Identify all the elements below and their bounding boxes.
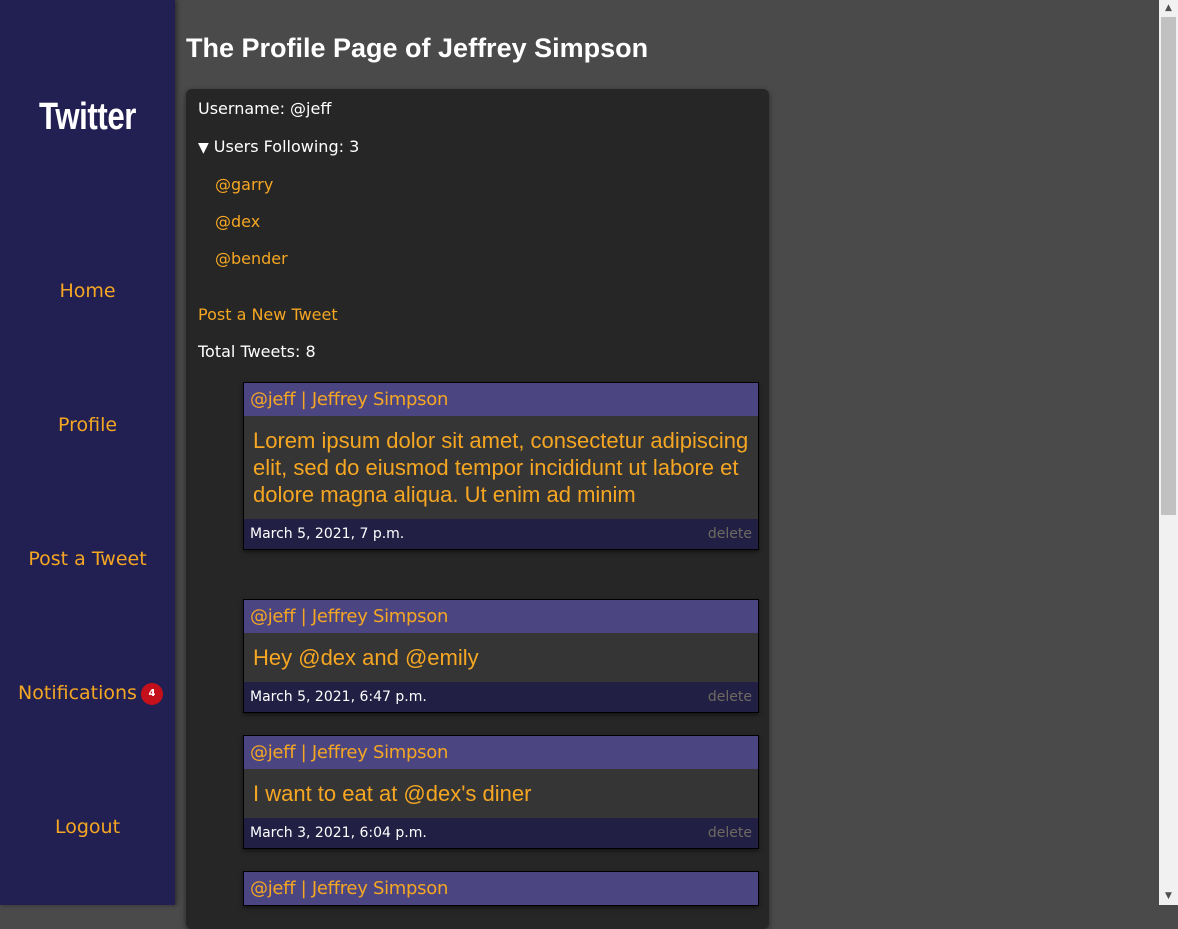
tweet-body: Hey @dex and @emily [253,645,479,670]
scroll-down-arrow-icon[interactable]: ▼ [1159,888,1178,905]
total-tweets-label: Total Tweets: 8 [198,342,316,361]
page-title: The Profile Page of Jeffrey Simpson [186,33,649,63]
following-toggle[interactable]: ▼ Users Following: 3 [198,137,359,156]
tweet-body: I want to eat at @dex's diner [253,781,532,806]
tweet-card: @jeff | Jeffrey Simpson I want to eat at… [243,735,759,849]
nav-logout[interactable]: Logout [0,816,175,838]
following-user-link[interactable]: @bender [215,249,288,268]
tweet-body: Lorem ipsum dolor sit amet, consectetur … [253,428,749,507]
delete-tweet-link[interactable]: delete [708,682,752,712]
tweet-footer: March 3, 2021, 6:04 p.m. delete [244,818,758,848]
tweet-date: March 5, 2021, 7 p.m. [250,526,405,542]
tweet-card: @jeff | Jeffrey Simpson Hey @dex and @em… [243,599,759,713]
tweet-author[interactable]: @jeff | Jeffrey Simpson [244,383,758,416]
tweet-author[interactable]: @jeff | Jeffrey Simpson [244,736,758,769]
tweet-card: @jeff | Jeffrey Simpson [243,871,759,906]
brand-logo[interactable]: Twitter [16,96,160,139]
sidebar: Twitter Home Profile Post a Tweet Notifi… [0,0,175,905]
tweet-footer: March 5, 2021, 7 p.m. delete [244,519,758,549]
tweet-author[interactable]: @jeff | Jeffrey Simpson [244,600,758,633]
notifications-count-badge: 4 [141,683,163,705]
nav-home[interactable]: Home [0,280,175,302]
delete-tweet-link[interactable]: delete [708,519,752,549]
tweet-date: March 3, 2021, 6:04 p.m. [250,825,427,841]
scroll-up-arrow-icon[interactable]: ▲ [1159,0,1178,17]
following-label: Users Following: 3 [213,137,360,156]
tweet-card: @jeff | Jeffrey Simpson Lorem ipsum dolo… [243,382,759,550]
triangle-down-icon: ▼ [198,140,209,156]
scrollbar-thumb[interactable] [1161,17,1176,515]
nav-post-tweet[interactable]: Post a Tweet [0,548,175,570]
following-user-link[interactable]: @garry [215,175,273,194]
tweet-footer: March 5, 2021, 6:47 p.m. delete [244,682,758,712]
vertical-scrollbar[interactable]: ▲ ▼ [1159,0,1178,905]
username-label: Username: @jeff [198,99,332,118]
post-new-tweet-link[interactable]: Post a New Tweet [198,305,338,324]
following-user-link[interactable]: @dex [215,212,260,231]
tweet-date: March 5, 2021, 6:47 p.m. [250,689,427,705]
tweet-author[interactable]: @jeff | Jeffrey Simpson [244,872,758,905]
nav-profile[interactable]: Profile [0,414,175,436]
delete-tweet-link[interactable]: delete [708,818,752,848]
